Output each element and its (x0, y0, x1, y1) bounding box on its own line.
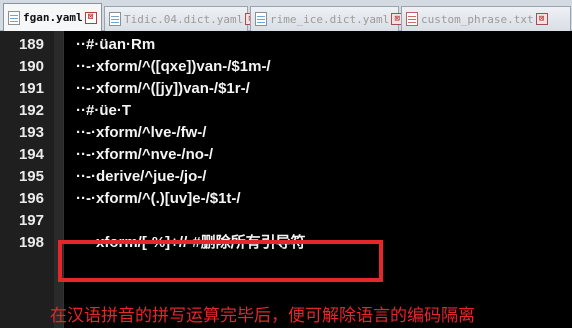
line-number: 189 (18, 36, 44, 53)
line-number: 194 (18, 146, 44, 163)
code-line: 196 ··-·xform/^(.)[uv]e-/$1t-/ (0, 188, 572, 210)
line-text: ··#·üe·T (76, 102, 131, 119)
line-text: ··-·xform/^([qxe])van-/$1m-/ (76, 58, 271, 75)
line-number: 192 (18, 102, 44, 119)
line-number: 198 (18, 234, 44, 251)
code-line: 195 ··-·derive/^jue-/jo-/ (0, 166, 572, 188)
line-number: 195 (18, 168, 44, 185)
line-text: ··-·xform/^(.)[uv]e-/$1t-/ (76, 190, 241, 207)
code-line: 192 ··#·üe·T (0, 100, 572, 122)
line-text: ··-·xform/^lve-/fw-/ (76, 124, 207, 141)
highlight-box (58, 240, 383, 282)
line-number: 196 (18, 190, 44, 207)
code-line: 190 ··-·xform/^([qxe])van-/$1m-/ (0, 56, 572, 78)
line-number: 193 (18, 124, 44, 141)
tab-fgan-yaml[interactable]: fgan.yaml ⊠ (3, 3, 102, 31)
tab-rime-ice-dict-yaml[interactable]: rime_ice.dict.yaml ⊠ (250, 6, 404, 31)
line-number: 190 (18, 58, 44, 75)
annotation-text: 在汉语拼音的拼写运算完毕后，便可解除语言的编码隔离 (50, 306, 475, 326)
tab-label: Tidic.04.dict.yaml (124, 12, 244, 26)
line-text: ··-·derive/^jue-/jo-/ (76, 168, 207, 185)
tab-tidic-dict-yaml[interactable]: Tidic.04.dict.yaml ⊠ (104, 6, 258, 31)
code-editor[interactable]: 189 ··#·üan·Rm 190 ··-·xform/^([qxe])van… (0, 31, 572, 328)
file-icon (406, 12, 418, 26)
code-line: 191 ··-·xform/^([jy])van-/$1r-/ (0, 78, 572, 100)
code-line: 194 ··-·xform/^nve-/no-/ (0, 144, 572, 166)
code-line: 193 ··-·xform/^lve-/fw-/ (0, 122, 572, 144)
tab-label: rime_ice.dict.yaml (270, 12, 390, 26)
close-tab-icon[interactable]: ⊠ (84, 11, 97, 24)
line-text: ··#·üan·Rm (76, 36, 156, 53)
tab-label: fgan.yaml (23, 11, 83, 24)
file-icon (109, 12, 121, 26)
line-number: 197 (18, 212, 44, 229)
code-line: 197 (0, 210, 572, 232)
tab-label: custom_phrase.txt (421, 12, 534, 26)
line-number: 191 (18, 80, 44, 97)
close-tab-icon[interactable]: ⊠ (535, 13, 548, 25)
code-line: 189 ··#·üan·Rm (0, 34, 572, 56)
file-icon (255, 12, 267, 26)
tab-custom-phrase-txt[interactable]: custom_phrase.txt ⊠ (401, 6, 571, 31)
tab-bar: fgan.yaml ⊠ Tidic.04.dict.yaml ⊠ rime_ic… (0, 0, 572, 31)
file-icon (8, 10, 20, 25)
line-text: ··-·xform/^([jy])van-/$1r-/ (76, 80, 250, 97)
line-text: ··-·xform/^nve-/no-/ (76, 146, 214, 163)
